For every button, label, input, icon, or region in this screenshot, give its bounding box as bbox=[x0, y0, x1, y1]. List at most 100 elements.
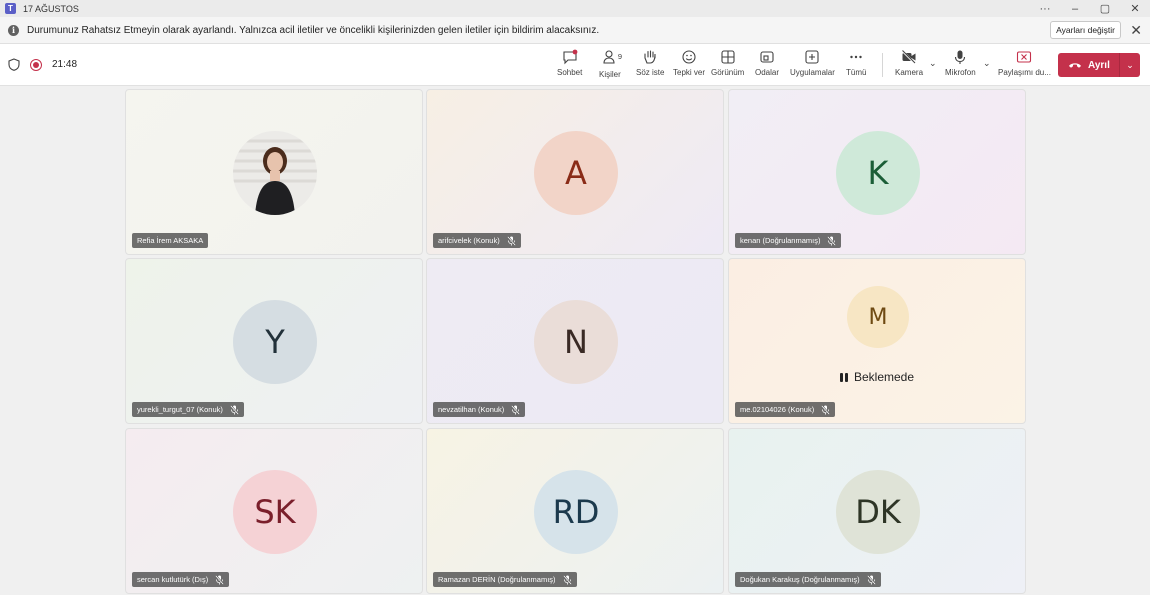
mic-muted-icon bbox=[215, 574, 225, 585]
participant-avatar: SK bbox=[233, 470, 317, 554]
react-label: Tepki ver bbox=[673, 68, 706, 77]
participant-name-tag: Ramazan DERİN (Doğrulanmamış) bbox=[433, 572, 577, 587]
more-label: Tümü bbox=[846, 68, 867, 77]
participant-tile[interactable]: M Beklemede me.02104026 (Konuk) bbox=[728, 258, 1026, 424]
mic-button[interactable]: Mikrofon bbox=[945, 49, 976, 77]
participant-avatar: N bbox=[534, 300, 618, 384]
close-window-button[interactable]: ✕ bbox=[1120, 0, 1150, 17]
participant-name: Refia İrem AKSAKA bbox=[137, 236, 204, 245]
rooms-button[interactable]: Odalar bbox=[755, 49, 779, 77]
grid-view-icon bbox=[721, 50, 735, 64]
paused-label: Beklemede bbox=[853, 370, 915, 384]
chat-button[interactable]: Sohbet bbox=[557, 49, 582, 77]
leave-label: Ayrıl bbox=[1088, 59, 1110, 71]
participant-name: arifcivelek (Konuk) bbox=[438, 236, 500, 245]
participant-name-tag: Doğukan Karakuş (Doğrulanmamış) bbox=[735, 572, 881, 587]
leave-button[interactable]: Ayrıl bbox=[1058, 53, 1119, 77]
info-icon: i bbox=[8, 24, 19, 36]
rooms-icon bbox=[760, 51, 774, 63]
camera-button[interactable]: Kamera bbox=[895, 49, 923, 77]
window-title-bar: T 17 AĞUSTOS ··· – ▢ ✕ bbox=[0, 0, 1150, 17]
more-options-icon[interactable]: ··· bbox=[1030, 0, 1060, 17]
meeting-timer: 21:48 bbox=[52, 59, 78, 70]
rooms-label: Odalar bbox=[755, 68, 780, 77]
participant-name: Doğukan Karakuş (Doğrulanmamış) bbox=[740, 575, 860, 584]
maximize-button[interactable]: ▢ bbox=[1090, 0, 1120, 17]
mic-muted-icon bbox=[562, 574, 572, 585]
participant-tile[interactable]: SK sercan kutlutürk (Dış) bbox=[125, 428, 423, 594]
recording-icon bbox=[30, 59, 42, 71]
camera-off-icon bbox=[901, 49, 916, 65]
hang-up-icon bbox=[1069, 63, 1081, 68]
microphone-icon bbox=[955, 50, 966, 64]
raise-hand-icon bbox=[644, 50, 656, 64]
mic-muted-icon bbox=[506, 235, 516, 246]
people-icon bbox=[603, 50, 615, 64]
mic-muted-icon bbox=[821, 404, 831, 415]
view-label: Görünüm bbox=[711, 68, 745, 77]
people-count: 9 bbox=[617, 52, 623, 61]
window-controls: ··· – ▢ ✕ bbox=[1030, 0, 1150, 17]
people-button[interactable]: 9 Kişiler bbox=[599, 49, 623, 79]
video-gallery: Refia İrem AKSAKA Aarifcivelek (Konuk) Kke… bbox=[0, 86, 1150, 595]
participant-name: kenan (Doğrulanmamış) bbox=[740, 236, 821, 245]
participant-name-tag: kenan (Doğrulanmamış) bbox=[735, 233, 842, 248]
window-title: 17 AĞUSTOS bbox=[23, 3, 79, 14]
minimize-button[interactable]: – bbox=[1060, 0, 1090, 17]
mic-label: Mikrofon bbox=[945, 68, 976, 77]
participant-tile[interactable]: Refia İrem AKSAKA bbox=[125, 89, 423, 255]
close-notice-icon[interactable]: ✕ bbox=[1130, 22, 1142, 39]
participant-tile[interactable]: Nnevzatilhan (Konuk) bbox=[426, 258, 724, 424]
chat-label: Sohbet bbox=[557, 68, 583, 77]
participant-avatar: RD bbox=[534, 470, 618, 554]
mic-muted-icon bbox=[511, 404, 521, 415]
participant-tile[interactable]: RD Ramazan DERİN (Doğrulanmamış) bbox=[426, 428, 724, 594]
meeting-toolbar: 21:48 Sohbet 9 Kişiler Söz iste Tepki ve… bbox=[0, 44, 1150, 86]
participant-name-tag: Refia İrem AKSAKA bbox=[132, 233, 209, 248]
mic-options-chevron-icon[interactable]: ⌄ bbox=[983, 58, 991, 69]
participant-avatar: A bbox=[534, 131, 618, 215]
participant-name: yurekli_turgut_07 (Konuk) bbox=[137, 405, 223, 414]
participant-name-tag: arifcivelek (Konuk) bbox=[433, 233, 521, 248]
pause-icon bbox=[839, 372, 848, 382]
participant-name-tag: yurekli_turgut_07 (Konuk) bbox=[132, 402, 244, 417]
stop-share-icon bbox=[1017, 51, 1032, 63]
more-icon bbox=[850, 55, 862, 59]
mic-muted-icon bbox=[827, 235, 837, 246]
camera-label: Kamera bbox=[895, 68, 924, 77]
mic-muted-icon bbox=[866, 574, 876, 585]
chat-icon bbox=[563, 49, 578, 65]
participant-avatar: K bbox=[836, 131, 920, 215]
participant-name: Ramazan DERİN (Doğrulanmamış) bbox=[438, 575, 556, 584]
participant-tile[interactable]: DK Doğukan Karakuş (Doğrulanmamış) bbox=[728, 428, 1026, 594]
paused-status: Beklemede bbox=[729, 370, 1025, 384]
leave-button-group: Ayrıl ⌄ bbox=[1058, 53, 1140, 77]
participant-name: nevzatilhan (Konuk) bbox=[438, 405, 505, 414]
leave-options-chevron-icon[interactable]: ⌄ bbox=[1120, 60, 1140, 71]
apps-button[interactable]: Uygulamalar bbox=[790, 49, 835, 77]
share-label: Paylaşımı du... bbox=[998, 68, 1051, 77]
apps-label: Uygulamalar bbox=[790, 68, 835, 77]
participant-avatar: M bbox=[847, 286, 909, 348]
participant-tile[interactable]: Aarifcivelek (Konuk) bbox=[426, 89, 724, 255]
add-apps-icon bbox=[805, 50, 820, 64]
mic-muted-icon bbox=[229, 404, 239, 415]
participant-name: me.02104026 (Konuk) bbox=[740, 405, 815, 414]
raise-hand-button[interactable]: Söz iste bbox=[636, 49, 664, 77]
more-button[interactable]: Tümü bbox=[846, 49, 866, 77]
participant-name-tag: me.02104026 (Konuk) bbox=[735, 402, 836, 417]
participant-avatar: DK bbox=[836, 470, 920, 554]
react-button[interactable]: Tepki ver bbox=[673, 49, 705, 77]
toolbar-separator bbox=[882, 53, 883, 77]
participant-photo bbox=[233, 131, 317, 215]
participant-tile[interactable]: Yyurekli_turgut_07 (Konuk) bbox=[125, 258, 423, 424]
participant-tile[interactable]: Kkenan (Doğrulanmamış) bbox=[728, 89, 1026, 255]
raise-hand-label: Söz iste bbox=[636, 68, 665, 77]
share-button[interactable]: Paylaşımı du... bbox=[998, 49, 1051, 77]
camera-options-chevron-icon[interactable]: ⌄ bbox=[929, 58, 937, 69]
shield-icon[interactable] bbox=[8, 58, 20, 71]
change-settings-button[interactable]: Ayarları değiştir bbox=[1050, 21, 1121, 39]
dnd-notice-bar: i Durumunuz Rahatsız Etmeyin olarak ayar… bbox=[0, 17, 1150, 44]
teams-logo-icon: T bbox=[5, 3, 16, 14]
view-button[interactable]: Görünüm bbox=[711, 49, 744, 77]
